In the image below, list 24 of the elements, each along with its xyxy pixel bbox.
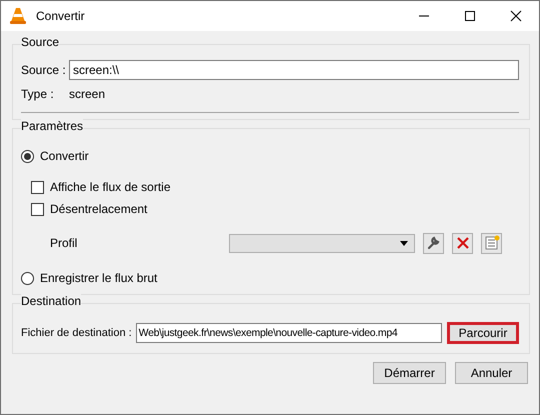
field-label: Type :: [21, 87, 55, 101]
checkbox-label: Désentrelacement: [50, 202, 148, 216]
destination-field[interactable]: Web\justgeek.fr\news\exemple\nouvelle-capture-video.mp4: [136, 323, 442, 343]
vlc-cone-icon: [9, 7, 27, 25]
checkbox[interactable]: [31, 180, 44, 194]
dropdown-caret-icon[interactable]: [400, 240, 408, 246]
group-title: Destination: [21, 294, 82, 308]
radio-button[interactable]: [21, 272, 34, 284]
dialog-button[interactable]: Démarrer: [373, 362, 446, 384]
checkbox[interactable]: [31, 202, 44, 216]
window-title: Convertir: [36, 9, 86, 23]
group-title: Source: [21, 35, 60, 49]
checkbox-label: Affiche le flux de sortie: [50, 180, 171, 194]
radio-label: Convertir: [40, 149, 89, 163]
browse-button[interactable]: Parcourir: [447, 322, 519, 344]
group-title: Paramètres: [21, 119, 84, 133]
field-label: Source :: [21, 63, 67, 77]
radio-label: Enregistrer le flux brut: [40, 271, 158, 285]
source-field[interactable]: screen:\\: [69, 60, 519, 80]
dialog-button[interactable]: Annuler: [455, 362, 528, 384]
field-label: Fichier de destination :: [21, 327, 132, 339]
type-value: screen: [69, 87, 106, 101]
radio-button[interactable]: [21, 150, 34, 162]
profile-label: Profil: [50, 236, 78, 250]
